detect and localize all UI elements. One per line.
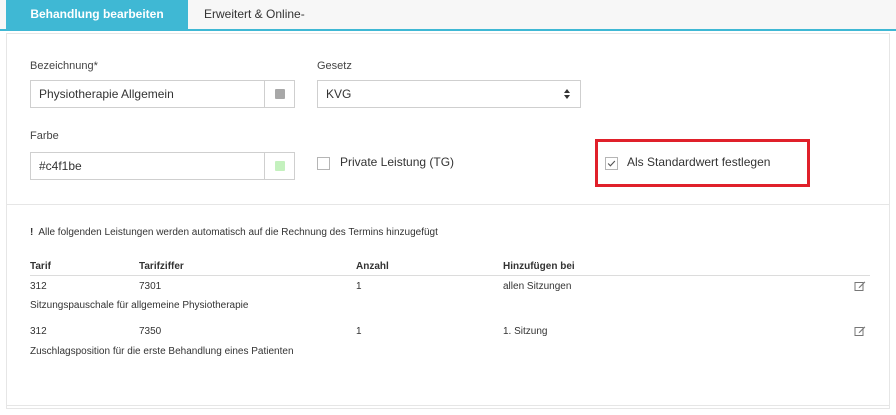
col-header-anzahl: Anzahl [356, 261, 389, 272]
row2-tarifziffer: 7350 [139, 326, 162, 337]
services-info: ! Alle folgenden Leistungen werden automa… [30, 227, 438, 238]
tab-behandlung-bearbeiten[interactable]: Behandlung bearbeiten #11871 [6, 0, 188, 50]
section-divider [6, 204, 890, 205]
exclamation-icon: ! [30, 227, 34, 238]
default-checkbox-label[interactable]: Als Standardwert festlegen [627, 155, 770, 169]
color-swatch [275, 161, 285, 171]
row1-tarifziffer: 7301 [139, 281, 162, 292]
name-color-swatch-box[interactable] [264, 81, 294, 107]
default-checkbox[interactable] [605, 157, 618, 170]
law-select[interactable]: KVG [317, 80, 581, 108]
table-header-line [30, 275, 870, 276]
row1-tarif: 312 [30, 281, 47, 292]
edit-icon[interactable] [854, 325, 866, 337]
color-input-value: #c4f1be [39, 159, 82, 173]
private-checkbox-label[interactable]: Private Leistung (TG) [340, 155, 454, 169]
col-header-tarif: Tarif [30, 261, 51, 272]
row1-description: Sitzungspauschale für allgemeine Physiot… [30, 300, 249, 311]
name-color-swatch [275, 89, 285, 99]
color-swatch-box[interactable] [264, 153, 294, 179]
row2-anzahl: 1 [356, 326, 362, 337]
name-label: Bezeichnung* [30, 60, 98, 72]
color-label: Farbe [30, 130, 59, 142]
row1-anzahl: 1 [356, 281, 362, 292]
law-select-value: KVG [326, 87, 352, 101]
services-info-text: Alle folgenden Leistungen werden automat… [38, 227, 438, 238]
col-header-hinzufuegen-bei: Hinzufügen bei [503, 261, 575, 272]
name-input[interactable]: Physiotherapie Allgemein [30, 80, 295, 108]
edit-icon[interactable] [854, 280, 866, 292]
color-input[interactable]: #c4f1be [30, 152, 295, 180]
row2-description: Zuschlagsposition für die erste Behandlu… [30, 346, 294, 357]
private-checkbox[interactable] [317, 157, 330, 170]
select-arrows-icon [564, 89, 570, 99]
tab-bar: Behandlung bearbeiten #11871 Erweitert &… [0, 0, 896, 50]
name-input-value: Physiotherapie Allgemein [39, 87, 174, 101]
row2-hinzufuegen-bei: 1. Sitzung [503, 326, 548, 337]
bottom-divider [6, 405, 890, 406]
law-label: Gesetz [317, 60, 352, 72]
col-header-tarifziffer: Tarifziffer [139, 261, 184, 272]
tab-erweitert-online-buchung[interactable]: Erweitert & Online-Buchung [192, 0, 352, 50]
row1-hinzufuegen-bei: allen Sitzungen [503, 281, 572, 292]
check-icon [607, 160, 616, 167]
row2-tarif: 312 [30, 326, 47, 337]
